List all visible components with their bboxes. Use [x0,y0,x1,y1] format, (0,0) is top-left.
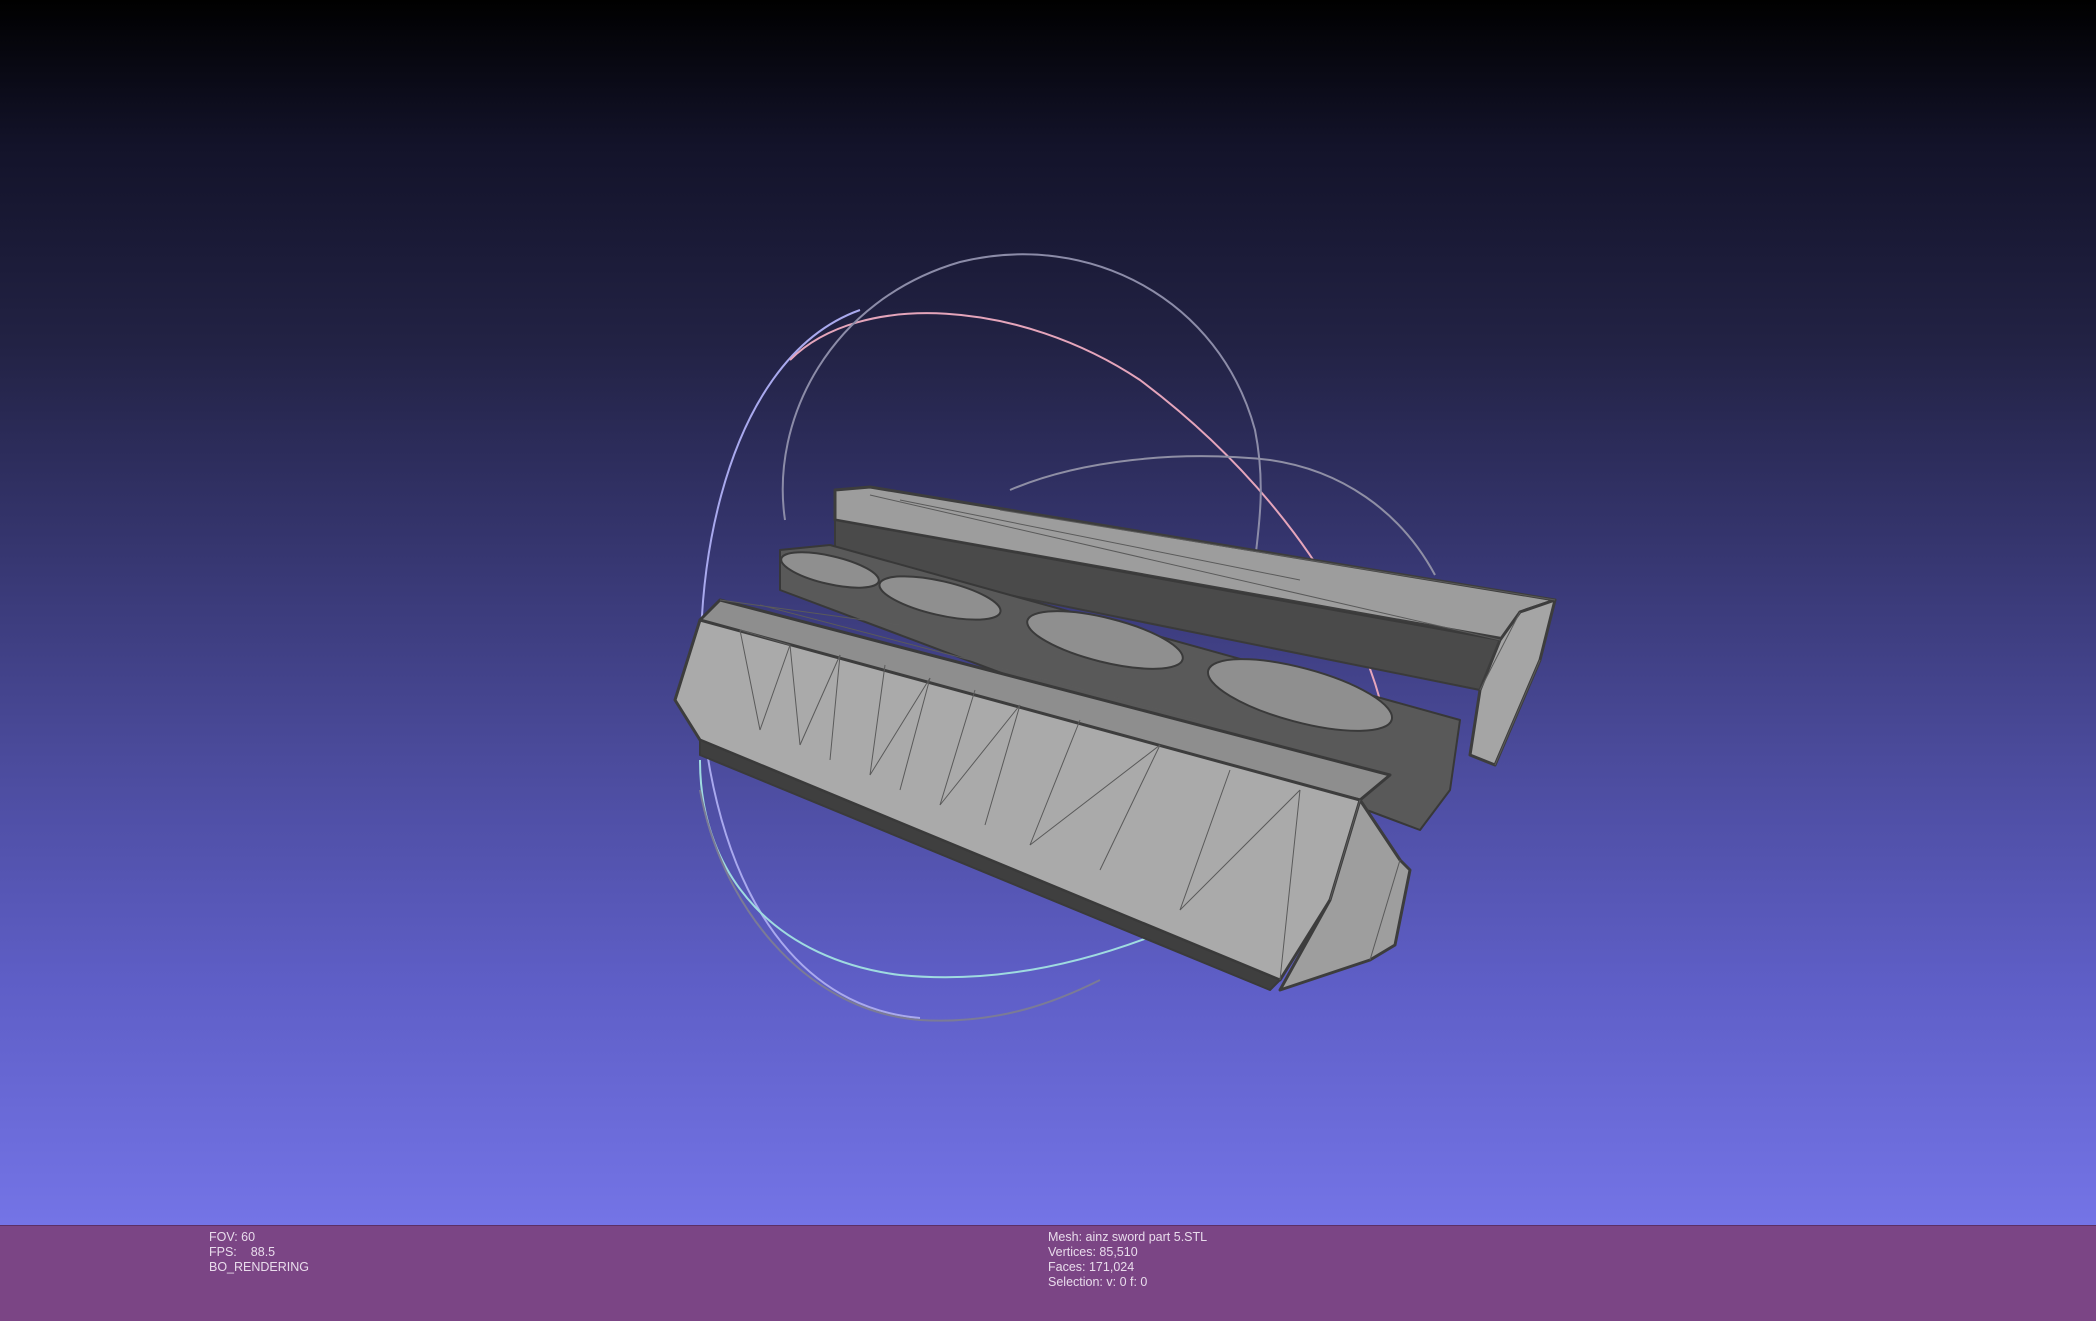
fov-label: FOV: 60 [209,1230,256,1244]
scene-canvas[interactable] [0,0,2096,1225]
status-bar: FOV: 60 FPS: 88.5 BO_RENDERING Mesh: ainz… [0,1225,2096,1321]
faces-count-label: Faces: 171,024 [1048,1260,1135,1274]
mesh-info: Mesh: ainz sword part 5.STL Vertices: 85… [1048,1230,1207,1290]
selection-label: Selection: v: 0 f: 0 [1048,1275,1148,1289]
fps-value: 88.5 [250,1245,276,1259]
fps-label: FPS: [209,1245,237,1259]
3d-viewport[interactable] [0,0,2096,1225]
mesh-name-label: Mesh: ainz sword part 5.STL [1048,1230,1208,1244]
render-mode-label: BO_RENDERING [209,1260,310,1274]
fps-row: FPS: 88.5 [209,1245,309,1260]
render-info: FOV: 60 FPS: 88.5 BO_RENDERING [209,1230,309,1275]
mesh-model[interactable] [673,485,1557,992]
vertices-count-label: Vertices: 85,510 [1048,1245,1138,1259]
